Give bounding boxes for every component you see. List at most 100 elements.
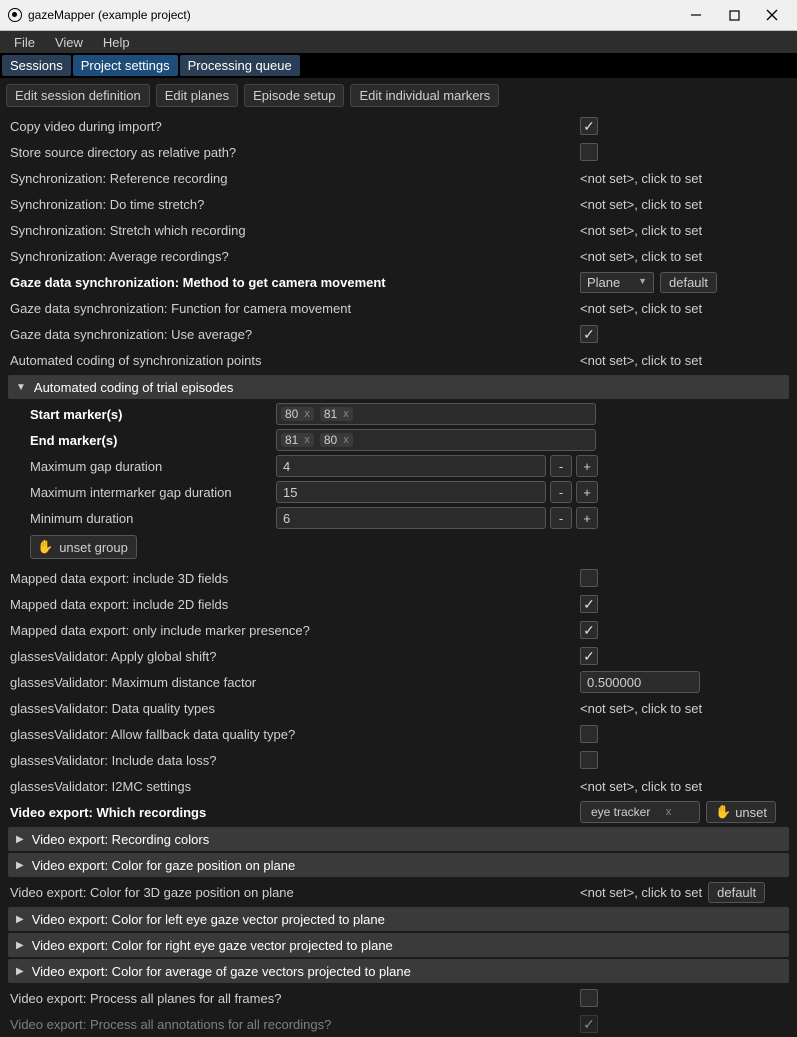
maximize-button[interactable] [725,6,743,24]
ve-colors-section-header[interactable]: ▶ Video export: Recording colors [8,827,789,851]
ve-all-annotations-label: Video export: Process all annotations fo… [10,1017,580,1032]
auto-sync-points-value[interactable]: <not set>, click to set [580,353,702,368]
gaze-func-label: Gaze data synchronization: Function for … [10,301,580,316]
window-titlebar: gazeMapper (example project) [0,0,797,31]
gv-max-dist-label: glassesValidator: Maximum distance facto… [10,675,580,690]
decrement-button[interactable]: - [550,455,572,477]
ve-all-planes-checkbox[interactable] [580,989,598,1007]
ve-which-tag-input[interactable]: eye tracker x [580,801,700,823]
start-markers-label: Start marker(s) [30,407,276,422]
hand-icon: ✋ [37,539,53,555]
tag-remove-icon[interactable]: x [666,806,672,818]
app-icon [8,8,22,22]
ve-gaze-plane-section-header[interactable]: ▶ Video export: Color for gaze position … [8,853,789,877]
unset-group-button[interactable]: ✋ unset group [30,535,137,559]
gv-dq-types-value[interactable]: <not set>, click to set [580,701,702,716]
sync-avg-value[interactable]: <not set>, click to set [580,249,702,264]
gaze-method-label: Gaze data synchronization: Method to get… [10,275,580,290]
sync-ref-value[interactable]: <not set>, click to set [580,171,702,186]
export-marker-presence-label: Mapped data export: only include marker … [10,623,580,638]
ve-left-eye-section-header[interactable]: ▶ Video export: Color for left eye gaze … [8,907,789,931]
ve-which-label: Video export: Which recordings [10,805,580,820]
gv-global-shift-checkbox[interactable]: ✓ [580,647,598,665]
gaze-use-avg-label: Gaze data synchronization: Use average? [10,327,580,342]
end-markers-label: End marker(s) [30,433,276,448]
ve-3d-gaze-default-button[interactable]: default [708,882,765,903]
gaze-method-default-button[interactable]: default [660,272,717,293]
end-markers-input[interactable]: 81x 80x [276,429,596,451]
copy-video-label: Copy video during import? [10,119,580,134]
decrement-button[interactable]: - [550,507,572,529]
ve-3d-gaze-value[interactable]: <not set>, click to set [580,885,702,900]
export-2d-checkbox[interactable]: ✓ [580,595,598,613]
store-src-checkbox[interactable] [580,143,598,161]
ve-left-eye-section-label: Video export: Color for left eye gaze ve… [32,912,385,927]
min-duration-label: Minimum duration [30,511,276,526]
ve-which-unset-button[interactable]: ✋ unset [706,801,776,823]
marker-tag: 81x [281,433,314,447]
sub-button-row: Edit session definition Edit planes Epis… [0,78,797,113]
gaze-use-avg-checkbox[interactable]: ✓ [580,325,598,343]
max-intermarker-input[interactable]: 15 [276,481,546,503]
gv-fallback-checkbox[interactable] [580,725,598,743]
gv-max-dist-input[interactable]: 0.500000 [580,671,700,693]
edit-session-def-button[interactable]: Edit session definition [6,84,150,107]
edit-individual-markers-button[interactable]: Edit individual markers [350,84,499,107]
export-2d-label: Mapped data export: include 2D fields [10,597,580,612]
gaze-method-dropdown[interactable]: Plane [580,272,654,293]
tab-sessions[interactable]: Sessions [2,55,71,76]
collapse-right-icon: ▶ [16,834,24,845]
increment-button[interactable]: + [576,455,598,477]
sync-stretch-label: Synchronization: Do time stretch? [10,197,580,212]
export-3d-label: Mapped data export: include 3D fields [10,571,580,586]
gv-fallback-label: glassesValidator: Allow fallback data qu… [10,727,580,742]
decrement-button[interactable]: - [550,481,572,503]
tag-remove-icon[interactable]: x [343,434,349,446]
settings-panel: Copy video during import? ✓ Store source… [0,113,797,1037]
export-marker-presence-checkbox[interactable]: ✓ [580,621,598,639]
tag-remove-icon[interactable]: x [304,434,310,446]
max-gap-input[interactable]: 4 [276,455,546,477]
auto-sync-points-label: Automated coding of synchronization poin… [10,353,580,368]
episode-setup-button[interactable]: Episode setup [244,84,344,107]
ve-right-eye-section-label: Video export: Color for right eye gaze v… [32,938,393,953]
minimize-button[interactable] [687,6,705,24]
start-markers-input[interactable]: 80x 81x [276,403,596,425]
ve-all-annotations-checkbox[interactable]: ✓ [580,1015,598,1033]
ve-3d-gaze-label: Video export: Color for 3D gaze position… [10,885,580,900]
edit-planes-button[interactable]: Edit planes [156,84,238,107]
gv-data-loss-checkbox[interactable] [580,751,598,769]
gaze-func-value[interactable]: <not set>, click to set [580,301,702,316]
export-3d-checkbox[interactable] [580,569,598,587]
sync-stretch-which-value[interactable]: <not set>, click to set [580,223,702,238]
close-button[interactable] [763,6,781,24]
menu-view[interactable]: View [47,33,91,52]
sync-stretch-which-label: Synchronization: Stretch which recording [10,223,580,238]
copy-video-checkbox[interactable]: ✓ [580,117,598,135]
gv-dq-types-label: glassesValidator: Data quality types [10,701,580,716]
gv-global-shift-label: glassesValidator: Apply global shift? [10,649,580,664]
menu-file[interactable]: File [6,33,43,52]
increment-button[interactable]: + [576,507,598,529]
sync-avg-label: Synchronization: Average recordings? [10,249,580,264]
menubar: File View Help [0,31,797,53]
gv-i2mc-value[interactable]: <not set>, click to set [580,779,702,794]
auto-trial-section-label: Automated coding of trial episodes [34,380,233,395]
sync-ref-label: Synchronization: Reference recording [10,171,580,186]
tab-processing-queue[interactable]: Processing queue [180,55,300,76]
marker-tag: 80x [320,433,353,447]
collapse-right-icon: ▶ [16,860,24,871]
increment-button[interactable]: + [576,481,598,503]
sync-stretch-value[interactable]: <not set>, click to set [580,197,702,212]
ve-avg-eye-section-header[interactable]: ▶ Video export: Color for average of gaz… [8,959,789,983]
ve-gaze-plane-section-label: Video export: Color for gaze position on… [32,858,296,873]
gv-i2mc-label: glassesValidator: I2MC settings [10,779,580,794]
menu-help[interactable]: Help [95,33,138,52]
max-intermarker-label: Maximum intermarker gap duration [30,485,276,500]
ve-right-eye-section-header[interactable]: ▶ Video export: Color for right eye gaze… [8,933,789,957]
min-duration-input[interactable]: 6 [276,507,546,529]
tag-remove-icon[interactable]: x [304,408,310,420]
auto-trial-section-header[interactable]: ▼ Automated coding of trial episodes [8,375,789,399]
tab-project-settings[interactable]: Project settings [73,55,178,76]
tag-remove-icon[interactable]: x [343,408,349,420]
